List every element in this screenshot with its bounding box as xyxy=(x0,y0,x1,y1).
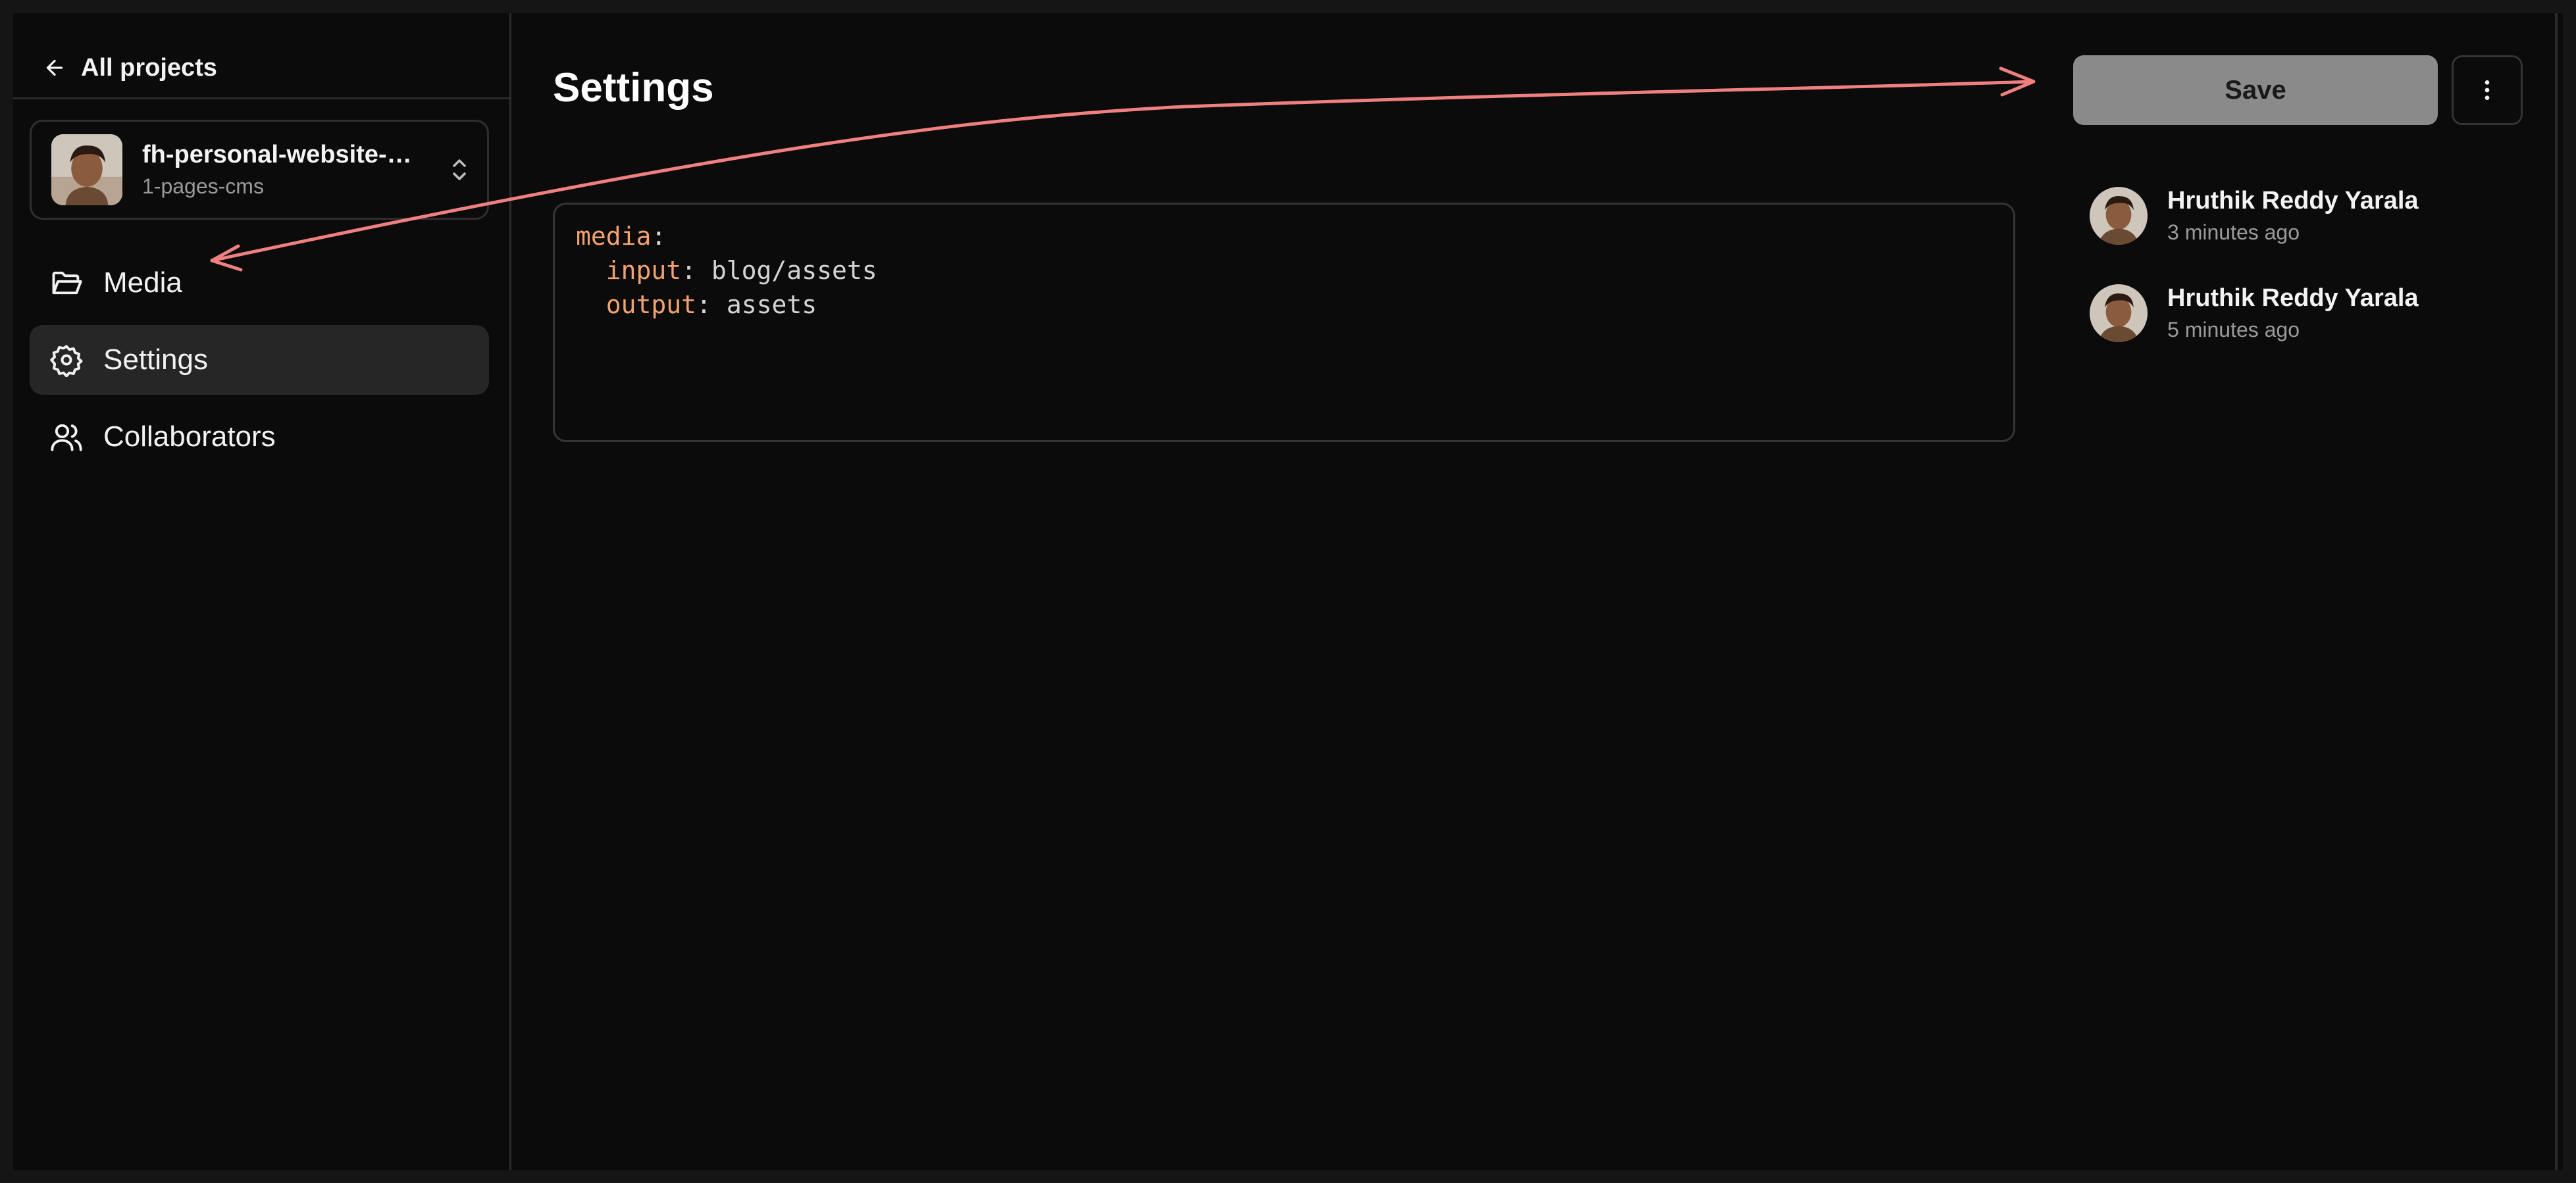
all-projects-label: All projects xyxy=(81,53,217,82)
avatar xyxy=(2090,284,2148,342)
sidebar-item-media[interactable]: Media xyxy=(30,248,489,318)
sidebar-divider xyxy=(13,97,511,99)
folder-open-icon xyxy=(52,271,82,295)
sidebar-item-label: Collaborators xyxy=(103,420,276,453)
history-timestamp: 5 minutes ago xyxy=(2167,318,2300,341)
history-author: Hruthik Reddy Yarala xyxy=(2167,187,2419,214)
sidebar-item-settings[interactable]: Settings xyxy=(30,325,489,395)
chevron-up-down-icon xyxy=(453,159,466,180)
sidebar-item-collaborators[interactable]: Collaborators xyxy=(30,402,489,472)
history-item[interactable]: Hruthik Reddy Yarala 3 minutes ago xyxy=(2090,167,2537,264)
more-options-button[interactable] xyxy=(2452,55,2523,125)
project-branch: 1-pages-cms xyxy=(142,174,264,198)
more-vertical-icon xyxy=(2485,80,2490,100)
page-title: Settings xyxy=(553,65,714,111)
history-author: Hruthik Reddy Yarala xyxy=(2167,284,2419,312)
save-button[interactable]: Save xyxy=(2073,55,2438,125)
history-item[interactable]: Hruthik Reddy Yarala 5 minutes ago xyxy=(2090,264,2537,362)
sidebar-item-label: Media xyxy=(103,266,182,299)
settings-code-editor[interactable]: media: input: blog/assets output: assets xyxy=(553,203,2015,442)
code-line: input: blog/assets xyxy=(605,256,877,285)
gear-icon xyxy=(50,345,83,377)
project-name: fh-personal-website-wi... xyxy=(142,141,430,168)
history-timestamp: 3 minutes ago xyxy=(2167,220,2300,244)
all-projects-link[interactable]: All projects xyxy=(43,41,217,95)
history-list: Hruthik Reddy Yarala 3 minutes ago Hruth… xyxy=(2090,167,2537,362)
project-avatar xyxy=(51,134,122,205)
sidebar: All projects fh-personal-website-wi... 1… xyxy=(13,13,511,1170)
arrow-left-icon xyxy=(46,59,63,76)
code-line: output: assets xyxy=(605,290,817,319)
avatar xyxy=(2090,187,2148,245)
sidebar-item-label: Settings xyxy=(103,343,208,376)
project-switcher[interactable]: fh-personal-website-wi... 1-pages-cms xyxy=(30,120,489,220)
window-scrollbar-edge xyxy=(2555,13,2558,1170)
code-line: media: xyxy=(576,222,667,251)
users-icon xyxy=(51,424,82,451)
app-window: All projects fh-personal-website-wi... 1… xyxy=(13,13,2563,1170)
